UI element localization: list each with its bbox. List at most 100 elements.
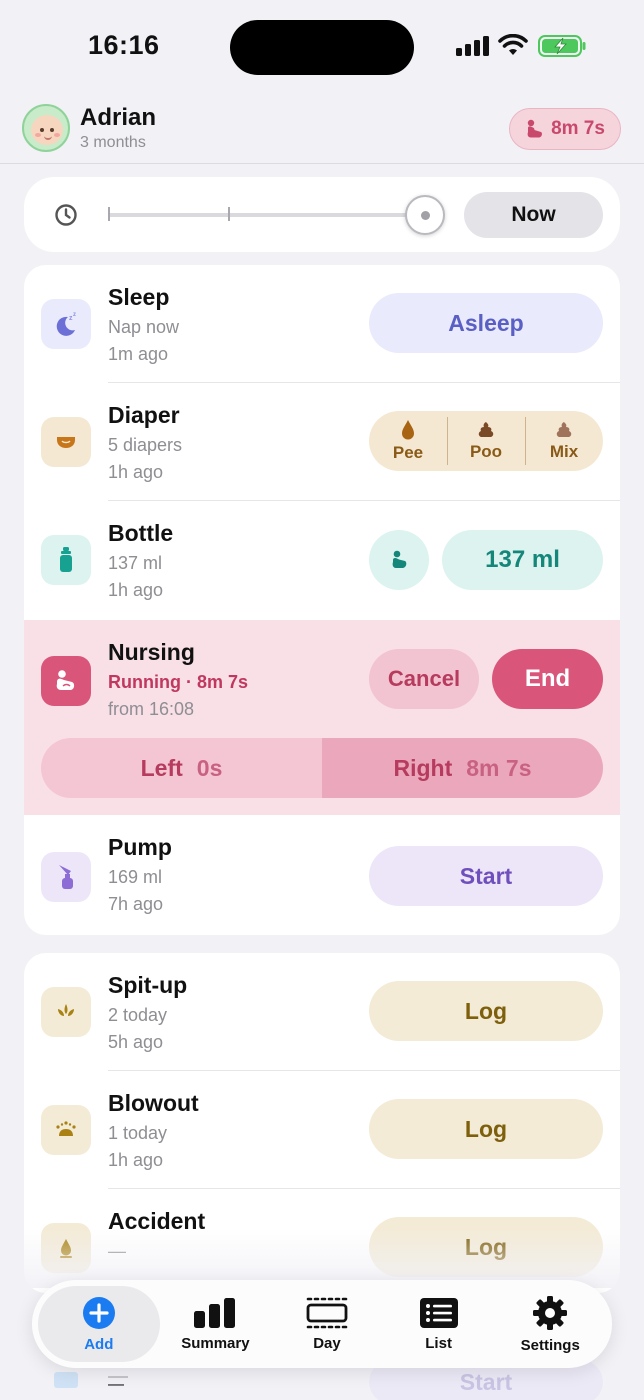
list-icon bbox=[419, 1297, 458, 1328]
row-detail: 5 diapers bbox=[108, 435, 183, 455]
time-slider-knob[interactable] bbox=[405, 195, 445, 235]
row-detail: 169 ml bbox=[108, 867, 163, 887]
cellular-signal-icon bbox=[456, 36, 489, 56]
pee-button[interactable]: Pee bbox=[369, 411, 447, 471]
nursing-running-status: Running · 8m 7s bbox=[108, 672, 249, 692]
nursing-icon bbox=[527, 119, 543, 138]
diaper-row: Diaper 5 diapers 1h ago Pee Poo Mix bbox=[24, 383, 620, 501]
tab-label: Summary bbox=[181, 1334, 250, 1352]
status-time: 16:16 bbox=[88, 30, 160, 60]
right-side-button[interactable]: Right 8m 7s bbox=[322, 738, 603, 798]
slider-tick bbox=[228, 207, 230, 221]
spit-up-log-button[interactable]: Log bbox=[369, 981, 603, 1041]
row-title: Bottle bbox=[108, 520, 174, 546]
blowout-log-button[interactable]: Log bbox=[369, 1099, 603, 1159]
slider-tick bbox=[108, 207, 110, 221]
nursing-start-time: from 16:08 bbox=[108, 699, 195, 719]
tab-settings[interactable]: Settings bbox=[494, 1286, 606, 1362]
row-title: Pump bbox=[108, 834, 172, 860]
breast-side-selector: Left 0s Right 8m 7s bbox=[41, 738, 603, 798]
day-timeline-icon bbox=[306, 1297, 348, 1328]
tracking-card: z z Sleep Nap now 1m ago Asleep Diaper 5… bbox=[24, 265, 620, 935]
nursing-row: Nursing Running · 8m 7s from 16:08 Cance… bbox=[24, 620, 620, 815]
status-bar: 16:16 bbox=[0, 0, 644, 96]
tab-bar: Add Summary Day List Settings bbox=[32, 1280, 612, 1368]
poo-button[interactable]: Poo bbox=[447, 411, 525, 471]
tab-add[interactable]: Add bbox=[38, 1286, 160, 1362]
droplet-icon bbox=[402, 420, 414, 440]
bottle-feed-button[interactable] bbox=[369, 530, 429, 590]
mix-button[interactable]: Mix bbox=[525, 411, 603, 471]
tab-label: Settings bbox=[520, 1336, 580, 1354]
mix-icon bbox=[556, 422, 572, 437]
cancel-button[interactable]: Cancel bbox=[369, 649, 479, 709]
row-title: Sleep bbox=[108, 284, 170, 310]
right-duration: 8m 7s bbox=[466, 754, 532, 781]
row-title: Spit-up bbox=[108, 972, 188, 998]
pump-row: Pump 169 ml 7h ago Start bbox=[24, 815, 620, 935]
tab-day[interactable]: Day bbox=[271, 1286, 383, 1362]
tab-summary[interactable]: Summary bbox=[160, 1286, 272, 1362]
diaper-type-selector: Pee Poo Mix bbox=[369, 411, 603, 471]
bottle-amount-button[interactable]: 137 ml bbox=[442, 530, 603, 590]
wifi-icon bbox=[498, 34, 528, 55]
row-time: 7h ago bbox=[108, 894, 164, 914]
right-label: Right bbox=[393, 754, 453, 781]
time-slider-track[interactable] bbox=[108, 213, 424, 217]
bar-chart-icon bbox=[194, 1297, 236, 1328]
baby-face-icon[interactable] bbox=[22, 104, 70, 152]
tab-list[interactable]: List bbox=[383, 1286, 495, 1362]
child-age: 3 months bbox=[80, 134, 146, 151]
tab-label: Day bbox=[313, 1334, 341, 1352]
tab-label: Add bbox=[84, 1335, 114, 1353]
left-duration: 0s bbox=[196, 754, 223, 781]
asleep-button[interactable]: Asleep bbox=[369, 293, 603, 353]
blowout-row: Blowout 1 today 1h ago Log bbox=[24, 1071, 620, 1189]
pee-label: Pee bbox=[392, 443, 424, 462]
row-time: 1h ago bbox=[108, 580, 164, 600]
pump-icon bbox=[41, 852, 91, 902]
row-title: Nursing bbox=[108, 639, 195, 665]
row-detail: 137 ml bbox=[108, 553, 163, 573]
row-time: 5h ago bbox=[108, 1032, 164, 1052]
row-time: 1h ago bbox=[108, 1150, 164, 1170]
bottle-icon bbox=[41, 535, 91, 585]
row-detail: 1 today bbox=[108, 1123, 168, 1143]
battery-charging-icon bbox=[538, 35, 586, 57]
child-name: Adrian bbox=[80, 104, 157, 131]
blowout-icon bbox=[41, 1105, 91, 1155]
row-time: 1h ago bbox=[108, 462, 164, 482]
active-timer-text: 8m 7s bbox=[551, 118, 605, 139]
spit-up-row: Spit-up 2 today 5h ago Log bbox=[24, 953, 620, 1071]
spit-up-icon bbox=[41, 987, 91, 1037]
plus-circle-icon bbox=[82, 1296, 115, 1329]
row-time: 1m ago bbox=[108, 344, 169, 364]
row-title: Blowout bbox=[108, 1090, 199, 1116]
poo-icon bbox=[478, 422, 494, 437]
left-side-button[interactable]: Left 0s bbox=[41, 738, 322, 798]
nursing-icon bbox=[41, 656, 91, 706]
mix-label: Mix bbox=[549, 442, 579, 461]
dynamic-island bbox=[230, 20, 414, 75]
clock-icon bbox=[55, 204, 77, 226]
time-slider-card: Now bbox=[24, 177, 620, 252]
tab-label: List bbox=[425, 1334, 452, 1352]
svg-text:z: z bbox=[73, 312, 76, 318]
poo-label: Poo bbox=[469, 442, 503, 461]
bottle-row: Bottle 137 ml 1h ago 137 ml bbox=[24, 501, 620, 620]
pump-start-button[interactable]: Start bbox=[369, 846, 603, 906]
row-title: Diaper bbox=[108, 402, 180, 428]
moon-icon: z z bbox=[41, 299, 91, 349]
end-button[interactable]: End bbox=[492, 649, 603, 709]
gear-icon bbox=[533, 1295, 568, 1330]
row-detail: 2 today bbox=[108, 1005, 168, 1025]
diaper-icon bbox=[41, 417, 91, 467]
row-detail: — bbox=[108, 1376, 128, 1393]
scroll-fade bbox=[0, 1228, 644, 1288]
sleep-row: z z Sleep Nap now 1m ago Asleep bbox=[24, 265, 620, 383]
row-icon bbox=[54, 1372, 78, 1388]
now-button[interactable]: Now bbox=[464, 192, 603, 238]
baby-bottle-icon bbox=[392, 550, 407, 568]
left-label: Left bbox=[140, 754, 183, 781]
active-timer-badge[interactable]: 8m 7s bbox=[509, 108, 621, 150]
